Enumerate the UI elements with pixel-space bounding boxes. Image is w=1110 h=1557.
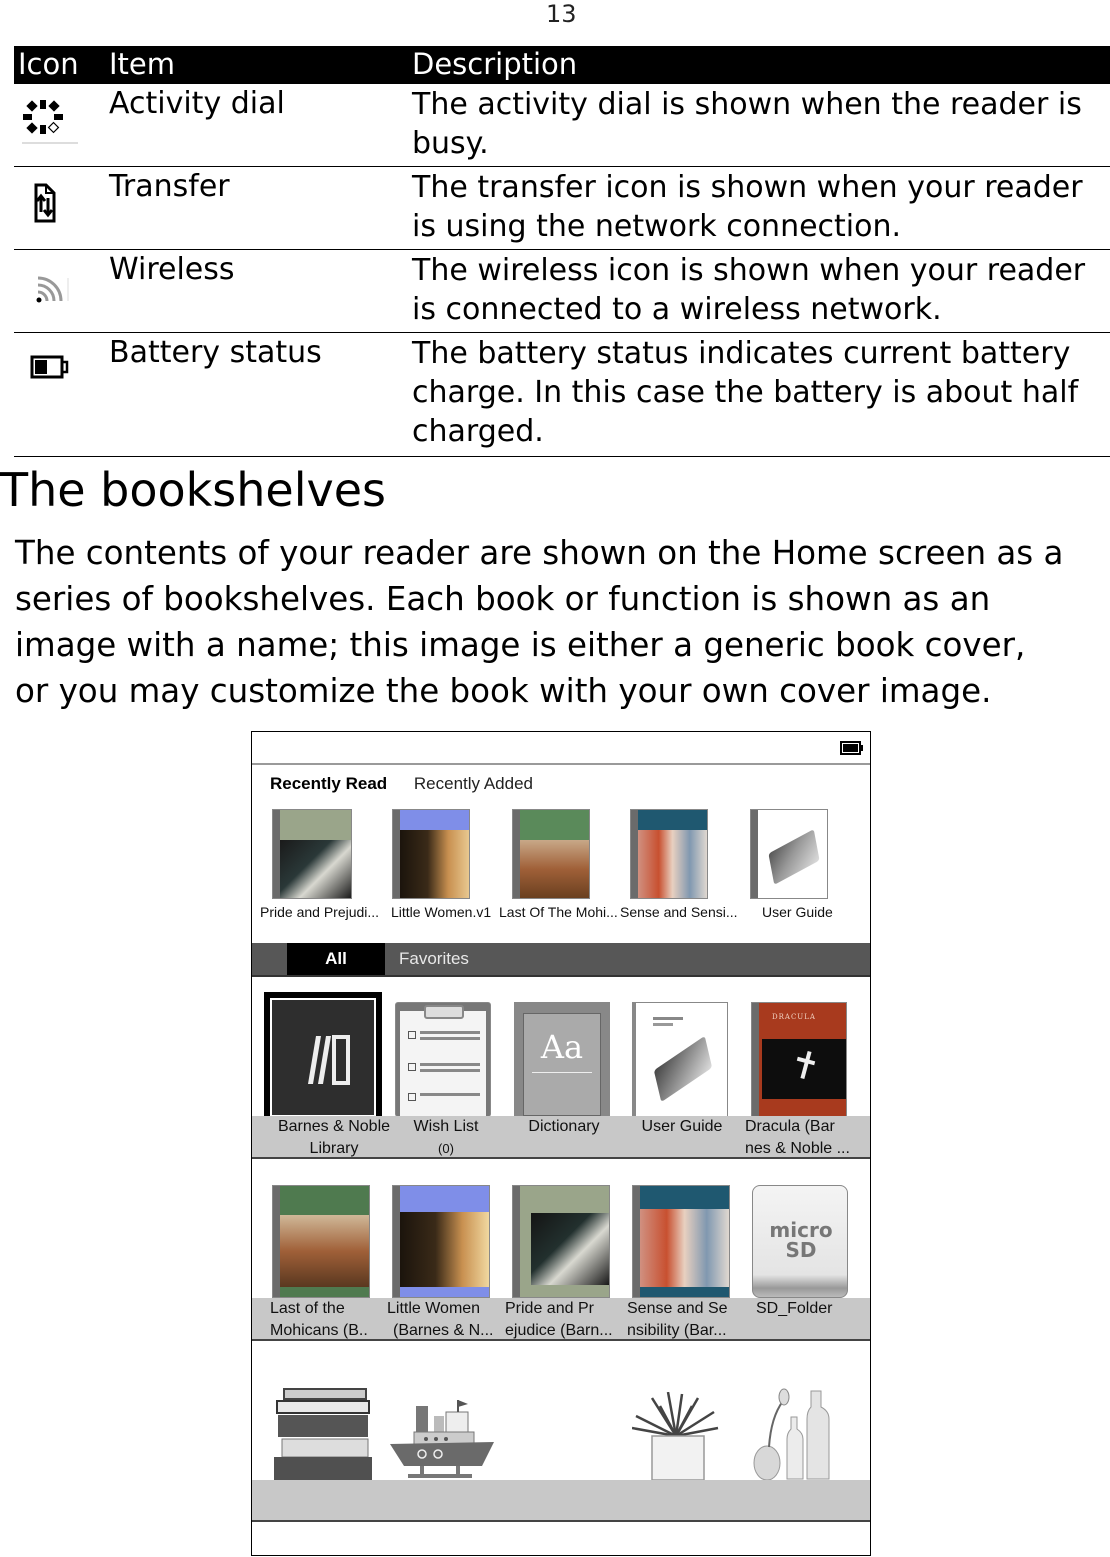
recent-book[interactable] xyxy=(392,809,470,899)
shelf-plank xyxy=(252,1480,870,1522)
potted-plant-icon xyxy=(632,1392,719,1481)
section-heading: The bookshelves xyxy=(0,463,386,517)
row-item: Wireless xyxy=(109,252,235,287)
shelf-item-sense-and-sensibility[interactable] xyxy=(632,1185,730,1298)
shelf-plank: Last of the Mohicans (B.. Little Women (Ba… xyxy=(252,1298,870,1341)
shelf-item-label: Dracula (Bar nes & Noble ... xyxy=(745,1118,850,1157)
cross-icon xyxy=(796,1050,816,1080)
book-label: Last Of The Mohi... xyxy=(499,904,618,920)
shelf-item-label: SD_Folder xyxy=(756,1300,833,1317)
dracula-cover-text: DRACULA xyxy=(772,1013,816,1021)
transfer-icon xyxy=(22,181,78,229)
recent-book[interactable] xyxy=(750,809,828,899)
shelf-item-dictionary[interactable]: Aa xyxy=(514,1002,610,1117)
header-item: Item xyxy=(109,47,176,81)
book-cover-user-guide xyxy=(632,1002,728,1117)
shelf-item-last-of-the-mohicans[interactable] xyxy=(272,1185,370,1298)
row-description: The activity dial is shown when the read… xyxy=(412,87,1082,161)
shelf-item-label: Pride and Pr ejudice (Barn... xyxy=(505,1300,613,1339)
table-row: Transfer The transfer icon is shown when… xyxy=(14,167,1110,250)
paragraph-line: The contents of your reader are shown on… xyxy=(15,534,1064,572)
library-tabs: All Favorites xyxy=(252,943,870,977)
shelf-item-label: Barnes & Noble Library xyxy=(277,1118,391,1157)
shelf-item-bn-library[interactable] xyxy=(264,992,382,1117)
book-cover-little-women xyxy=(392,1185,490,1298)
recent-book[interactable] xyxy=(272,809,352,899)
book-label: Sense and Sensi... xyxy=(620,904,738,920)
book-cover-sense-and-sensibility xyxy=(632,1185,730,1298)
book-label: User Guide xyxy=(762,904,833,920)
shelf-item-label: Wish List (0) xyxy=(413,1118,479,1156)
row-description: The wireless icon is shown when your rea… xyxy=(412,253,1086,327)
book-stack-icon xyxy=(274,1388,372,1481)
book-cover-dictionary: Aa xyxy=(514,1002,610,1117)
row-item: Activity dial xyxy=(109,86,285,121)
book-cover-sense-and-sensibility xyxy=(630,809,708,899)
shelf-item-user-guide[interactable] xyxy=(632,1002,728,1117)
row-item: Battery status xyxy=(109,335,322,370)
table-row: Wireless The wireless icon is shown when… xyxy=(14,250,1110,333)
status-icon-table: Icon Item Description Activity dial The … xyxy=(14,46,1110,457)
dictionary-cover-text: Aa xyxy=(540,1028,584,1066)
shelf-item-sd-folder[interactable]: micro SD xyxy=(752,1185,848,1298)
shelf-item-dracula[interactable]: DRACULA xyxy=(751,1002,847,1117)
row-description: The transfer icon is shown when your rea… xyxy=(412,170,1083,244)
table-header: Icon Item Description xyxy=(14,46,1110,84)
book-cover-last-of-the-mohicans xyxy=(272,1185,370,1298)
section-paragraph: The contents of your reader are shown on… xyxy=(15,530,1110,714)
row-description: The battery status indicates current bat… xyxy=(412,336,1079,449)
book-label: Little Women.v1 xyxy=(391,904,492,920)
book-cover-little-women xyxy=(392,809,470,899)
paragraph-line: or you may customize the book with your … xyxy=(15,672,992,710)
vases-icon xyxy=(753,1388,830,1481)
paragraph-line: image with a name; this image is either … xyxy=(15,626,1026,664)
row-item: Transfer xyxy=(109,169,230,204)
book-cover-dracula: DRACULA xyxy=(751,1002,847,1117)
shelf-plank: Barnes & Noble Library Wish List (0) Dicti… xyxy=(252,1116,870,1159)
paragraph-line: series of bookshelves. Each book or func… xyxy=(15,580,991,618)
shelf-item-label: Sense and Se nsibility (Bar... xyxy=(627,1300,728,1339)
book-cover-pride-and-prejudice xyxy=(512,1185,610,1298)
table-row: Activity dial The activity dial is shown… xyxy=(14,84,1110,167)
shelf-item-label: User Guide xyxy=(641,1118,723,1135)
tab-favorites[interactable]: Favorites xyxy=(399,943,469,975)
shelf-item-label: Dictionary xyxy=(528,1118,600,1135)
activity-dial-icon xyxy=(22,98,78,146)
shelf-item-pride-and-prejudice[interactable] xyxy=(512,1185,610,1298)
shelf-item-little-women[interactable] xyxy=(392,1185,490,1298)
table-row: Battery status The battery status indica… xyxy=(14,333,1110,457)
tab-recently-added[interactable]: Recently Added xyxy=(414,774,533,793)
status-bar xyxy=(252,732,870,765)
shelf-item-label: Last of the Mohicans (B.. xyxy=(270,1300,368,1339)
shelf-item-label: Little Women (Barnes & N... xyxy=(387,1300,494,1339)
recent-book[interactable] xyxy=(630,809,708,899)
book-cover-user-guide xyxy=(750,809,828,899)
tab-recently-read[interactable]: Recently Read xyxy=(270,774,387,793)
tab-all[interactable]: All xyxy=(287,943,385,975)
shelf-item-wish-list[interactable] xyxy=(395,1002,491,1117)
battery-icon xyxy=(22,347,78,395)
wireless-icon xyxy=(22,264,78,312)
microsd-icon: micro SD xyxy=(752,1185,848,1298)
header-icon: Icon xyxy=(18,47,79,81)
recent-book[interactable] xyxy=(512,809,590,899)
book-cover-last-of-the-mohicans xyxy=(512,809,590,899)
page-number: 13 xyxy=(546,0,577,28)
book-cover-pride-and-prejudice xyxy=(272,809,352,899)
recent-tabs: Recently Read Recently Added xyxy=(270,774,555,794)
toy-boat-icon xyxy=(390,1400,494,1478)
nook-logo-icon xyxy=(308,1035,350,1085)
battery-icon xyxy=(840,741,863,755)
book-cover-bn-library xyxy=(270,998,376,1117)
book-label: Pride and Prejudi... xyxy=(260,904,380,920)
header-description: Description xyxy=(412,47,578,81)
home-screen-screenshot: Recently Read Recently Added Pride and P… xyxy=(251,731,871,1556)
book-cover-wish-list xyxy=(395,1002,491,1117)
